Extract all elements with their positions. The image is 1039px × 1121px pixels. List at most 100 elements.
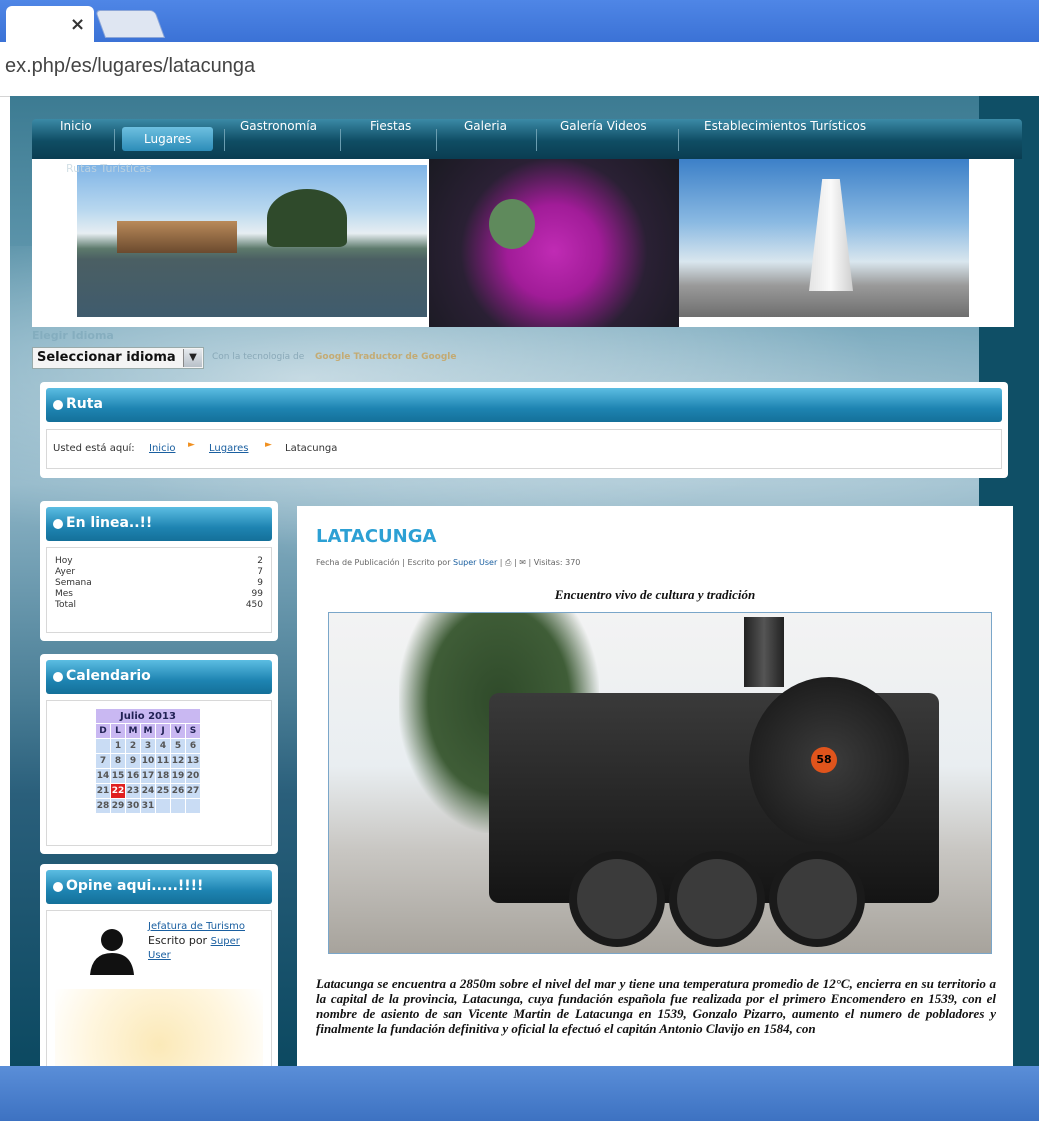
comments-module-title: Opine aqui.....!!!! [66, 878, 204, 894]
calendar-day[interactable]: 31 [140, 798, 156, 814]
nav-separator [340, 129, 341, 151]
breadcrumb-link-inicio[interactable]: Inicio [149, 443, 175, 454]
breadcrumb: Usted está aquí: Inicio ► Lugares ► Lata… [46, 429, 1002, 469]
online-module-title: En linea..!! [66, 515, 153, 531]
calendar-day[interactable]: 25 [155, 783, 171, 799]
calendar-day[interactable]: 19 [170, 768, 186, 784]
online-module-header: En linea..!! [46, 507, 272, 541]
email-icon[interactable]: ✉ [519, 558, 526, 567]
calendar-day[interactable]: 8 [110, 753, 126, 769]
calendar-day[interactable]: 20 [185, 768, 201, 784]
calendar-day[interactable]: 26 [170, 783, 186, 799]
comments-module-header: Opine aqui.....!!!! [46, 870, 272, 904]
calendar-day[interactable]: 3 [140, 738, 156, 754]
lake-house [117, 221, 237, 253]
calendar-module: Calendario Julio 2013 D L M M J V S 1 2 3 4 5 6 7 8 9 10 1… [40, 654, 278, 854]
calendar-day[interactable]: 11 [155, 753, 171, 769]
calendar-weekday: M [125, 723, 141, 739]
calendar-day[interactable]: 15 [110, 768, 126, 784]
breadcrumb-title: Ruta [66, 396, 103, 412]
calendar-day[interactable]: 9 [125, 753, 141, 769]
nav-subitem-rutas[interactable]: Rutas Turísticas [66, 162, 152, 175]
loco-number-badge: 58 [811, 747, 837, 773]
bullet-icon [53, 519, 63, 529]
calendar-day[interactable]: 28 [95, 798, 111, 814]
calendar-day[interactable]: 18 [155, 768, 171, 784]
breadcrumb-link-lugares[interactable]: Lugares [209, 443, 248, 454]
nav-item-fiestas[interactable]: Fiestas [370, 119, 411, 159]
calendar-day[interactable]: 23 [125, 783, 141, 799]
calendar-day[interactable]: 16 [125, 768, 141, 784]
calendar-day[interactable]: 7 [95, 753, 111, 769]
calendar-module-title: Calendario [66, 668, 151, 684]
calendar-day[interactable]: 27 [185, 783, 201, 799]
calendar-weekday: V [170, 723, 186, 739]
calendar-day[interactable]: 2 [125, 738, 141, 754]
bullet-icon [53, 400, 63, 410]
comment-title-link[interactable]: Jefatura de Turismo [148, 921, 245, 932]
calendar-day[interactable]: 17 [140, 768, 156, 784]
calendar-month: Julio 2013 [95, 708, 201, 724]
calendar-day[interactable]: 6 [185, 738, 201, 754]
meta-visits: Visitas: 370 [533, 558, 581, 567]
calendar-day[interactable]: 13 [185, 753, 201, 769]
meta-author-link[interactable]: Super User [453, 558, 497, 567]
meta-date: Fecha de Publicación [316, 558, 400, 567]
calendar-weekday: M [140, 723, 156, 739]
os-taskbar [0, 1066, 1039, 1121]
calendar-day[interactable]: 1 [110, 738, 126, 754]
nav-separator [436, 129, 437, 151]
article-subtitle: Encuentro vivo de cultura y tradición [554, 587, 756, 602]
monument-tower [809, 179, 853, 291]
nav-item-galeria-videos[interactable]: Galería Videos [560, 119, 647, 159]
loco-smokestack [744, 617, 784, 687]
article-locomotive-photo: 58 [328, 612, 992, 954]
comment-author-prefix: Escrito por [148, 934, 208, 947]
nav-item-lugares[interactable]: Lugares [122, 127, 214, 151]
tab-close-icon[interactable]: × [70, 14, 85, 35]
calendar-day[interactable]: 4 [155, 738, 171, 754]
dancer-mask [489, 199, 535, 249]
comments-list: Jefatura de Turismo Escrito por Super Us… [46, 910, 272, 1066]
breadcrumb-arrow-icon: ► [188, 440, 195, 450]
online-module: En linea..!! Hoy 2 Ayer 7 Semana 9 Mes 99 To… [40, 501, 278, 641]
calendar-weekday: L [110, 723, 126, 739]
calendar-day[interactable]: 30 [125, 798, 141, 814]
loco-wheel [769, 851, 865, 947]
browser-tab[interactable]: × [6, 6, 94, 42]
calendar-day [170, 798, 186, 814]
meta-by: Escrito por [407, 558, 451, 567]
nav-separator [536, 129, 537, 151]
new-tab-button[interactable] [94, 10, 166, 38]
nav-item-establecimientos[interactable]: Establecimientos Turísticos [704, 119, 866, 159]
banner-lake-photo [77, 165, 427, 317]
calendar-weekday: D [95, 723, 111, 739]
nav-item-inicio[interactable]: Inicio [60, 119, 92, 159]
nav-item-gastronomia[interactable]: Gastronomía [240, 119, 317, 159]
banner-dancer-photo [429, 159, 679, 327]
calendar-day[interactable]: 24 [140, 783, 156, 799]
nav-separator [678, 129, 679, 151]
nav-item-galeria[interactable]: Galeria [464, 119, 507, 159]
calendar-day[interactable]: 5 [170, 738, 186, 754]
google-translate-link[interactable]: Google Traductor de Google [315, 352, 457, 362]
calendar-weekday: J [155, 723, 171, 739]
calendar-day[interactable]: 12 [170, 753, 186, 769]
calendar-module-header: Calendario [46, 660, 272, 694]
breadcrumb-current: Latacunga [285, 443, 338, 454]
calendar-day[interactable]: 14 [95, 768, 111, 784]
chevron-down-icon[interactable]: ▼ [183, 349, 202, 367]
language-select-value: Seleccionar idioma [37, 350, 176, 365]
header-banner [32, 159, 1014, 327]
breadcrumb-arrow-icon: ► [265, 440, 272, 450]
language-select[interactable]: Seleccionar idioma ▼ [32, 347, 204, 369]
bullet-icon [53, 672, 63, 682]
url-text[interactable]: ex.php/es/lugares/latacunga [5, 55, 255, 78]
calendar-day[interactable]: 21 [95, 783, 111, 799]
calendar-today[interactable]: 22 [110, 783, 126, 799]
print-icon[interactable]: ⎙ [505, 558, 511, 567]
breadcrumb-box: Ruta Usted está aquí: Inicio ► Lugares ►… [40, 382, 1008, 478]
lake-tree [267, 189, 347, 247]
calendar-day[interactable]: 29 [110, 798, 126, 814]
calendar-day[interactable]: 10 [140, 753, 156, 769]
